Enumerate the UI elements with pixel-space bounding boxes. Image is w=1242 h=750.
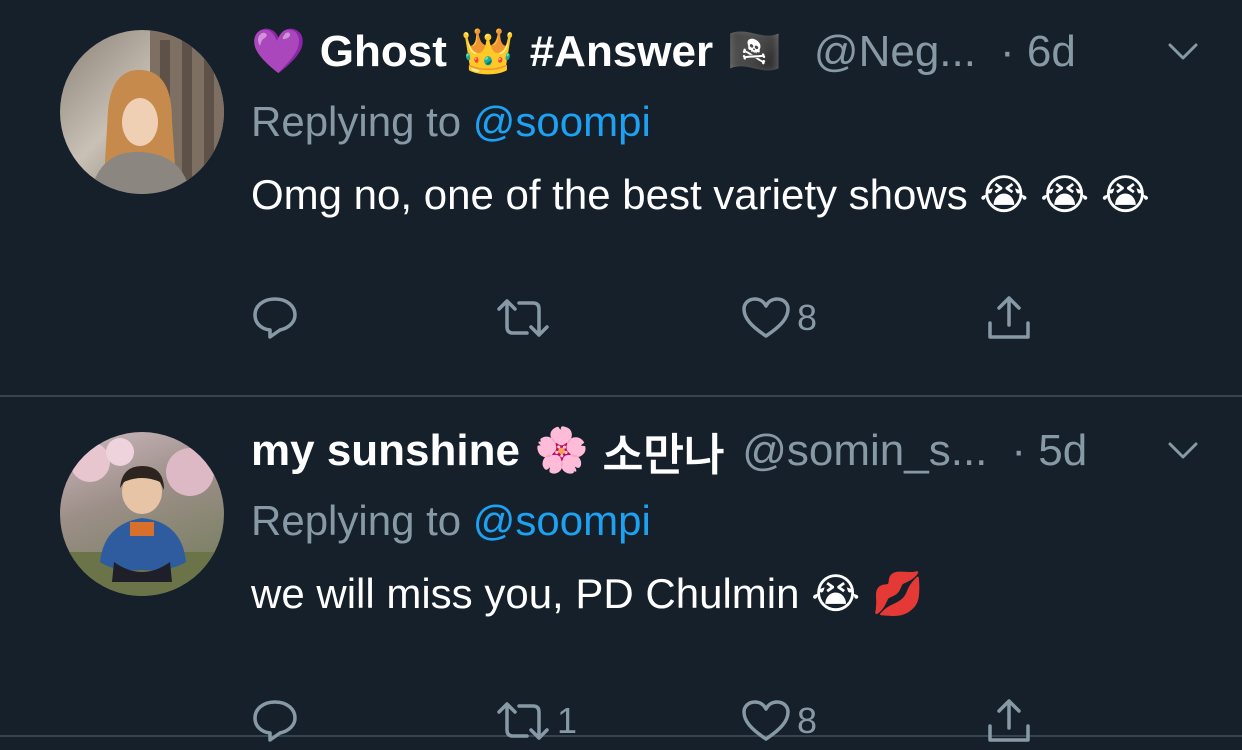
reply-icon [253,297,297,339]
timestamp[interactable]: · 6d [1000,27,1076,77]
user-handle[interactable]: @Neg... [814,27,976,77]
retweet-button[interactable] [495,297,557,339]
like-count: 8 [797,700,818,741]
like-button[interactable]: 8 [741,699,817,743]
tweet-header: my sunshine 🌸 소만나 @somin_s... · 5d [251,419,1202,483]
display-name-part: 소만나 [602,431,725,480]
share-button[interactable] [985,698,1033,744]
share-button[interactable] [985,295,1033,341]
retweet-icon [497,299,549,337]
display-name[interactable]: my sunshine 🌸 소만나 [251,419,724,483]
replying-to-label: Replying to [251,98,473,145]
retweet-button[interactable]: 1 [495,700,577,742]
like-count: 8 [797,297,818,338]
mention-link[interactable]: @soompi [473,98,651,145]
heart-icon [742,700,790,741]
display-name-part: #Answer [529,27,714,76]
crown-icon: 👑 [460,27,516,76]
display-name[interactable]: 💜 Ghost 👑 #Answer 🏴‍☠️ [251,27,796,77]
tweet-header: 💜 Ghost 👑 #Answer 🏴‍☠️ @Neg... · 6d [251,20,1202,84]
reply-button[interactable] [251,295,305,341]
reply-button[interactable] [251,698,305,744]
chevron-down-icon[interactable] [1166,35,1200,69]
mention-link[interactable]: @soompi [473,497,651,544]
replying-to: Replying to @soompi [251,489,1202,553]
share-icon [988,699,1030,742]
purple-heart-icon: 💜 [251,27,306,76]
retweet-count: 1 [557,700,578,741]
replying-to: Replying to @soompi [251,90,1202,154]
avatar[interactable] [60,432,224,596]
display-name-part: my sunshine [251,426,520,475]
reply-icon [253,700,297,742]
heart-icon [742,297,790,338]
tweet-text: Omg no, one of the best variety shows 😭 … [251,171,1150,218]
share-icon [988,296,1030,339]
avatar[interactable] [60,30,224,194]
like-button[interactable]: 8 [741,296,817,340]
tweet[interactable]: 💜 Ghost 👑 #Answer 🏴‍☠️ @Neg... · 6d Repl… [0,0,1242,397]
cherry-blossom-icon: 🌸 [533,426,589,475]
display-name-part: Ghost [319,27,447,76]
timestamp[interactable]: · 5d [1011,426,1087,476]
tweet[interactable]: my sunshine 🌸 소만나 @somin_s... · 5d Reply… [0,397,1242,742]
user-handle[interactable]: @somin_s... [742,426,987,476]
replying-to-label: Replying to [251,497,473,544]
tweet-text: we will miss you, PD Chulmin 😭 💋 [251,570,925,617]
retweet-icon [497,702,549,740]
chevron-down-icon[interactable] [1166,434,1200,468]
pirate-flag-icon: 🏴‍☠️ [727,27,782,76]
